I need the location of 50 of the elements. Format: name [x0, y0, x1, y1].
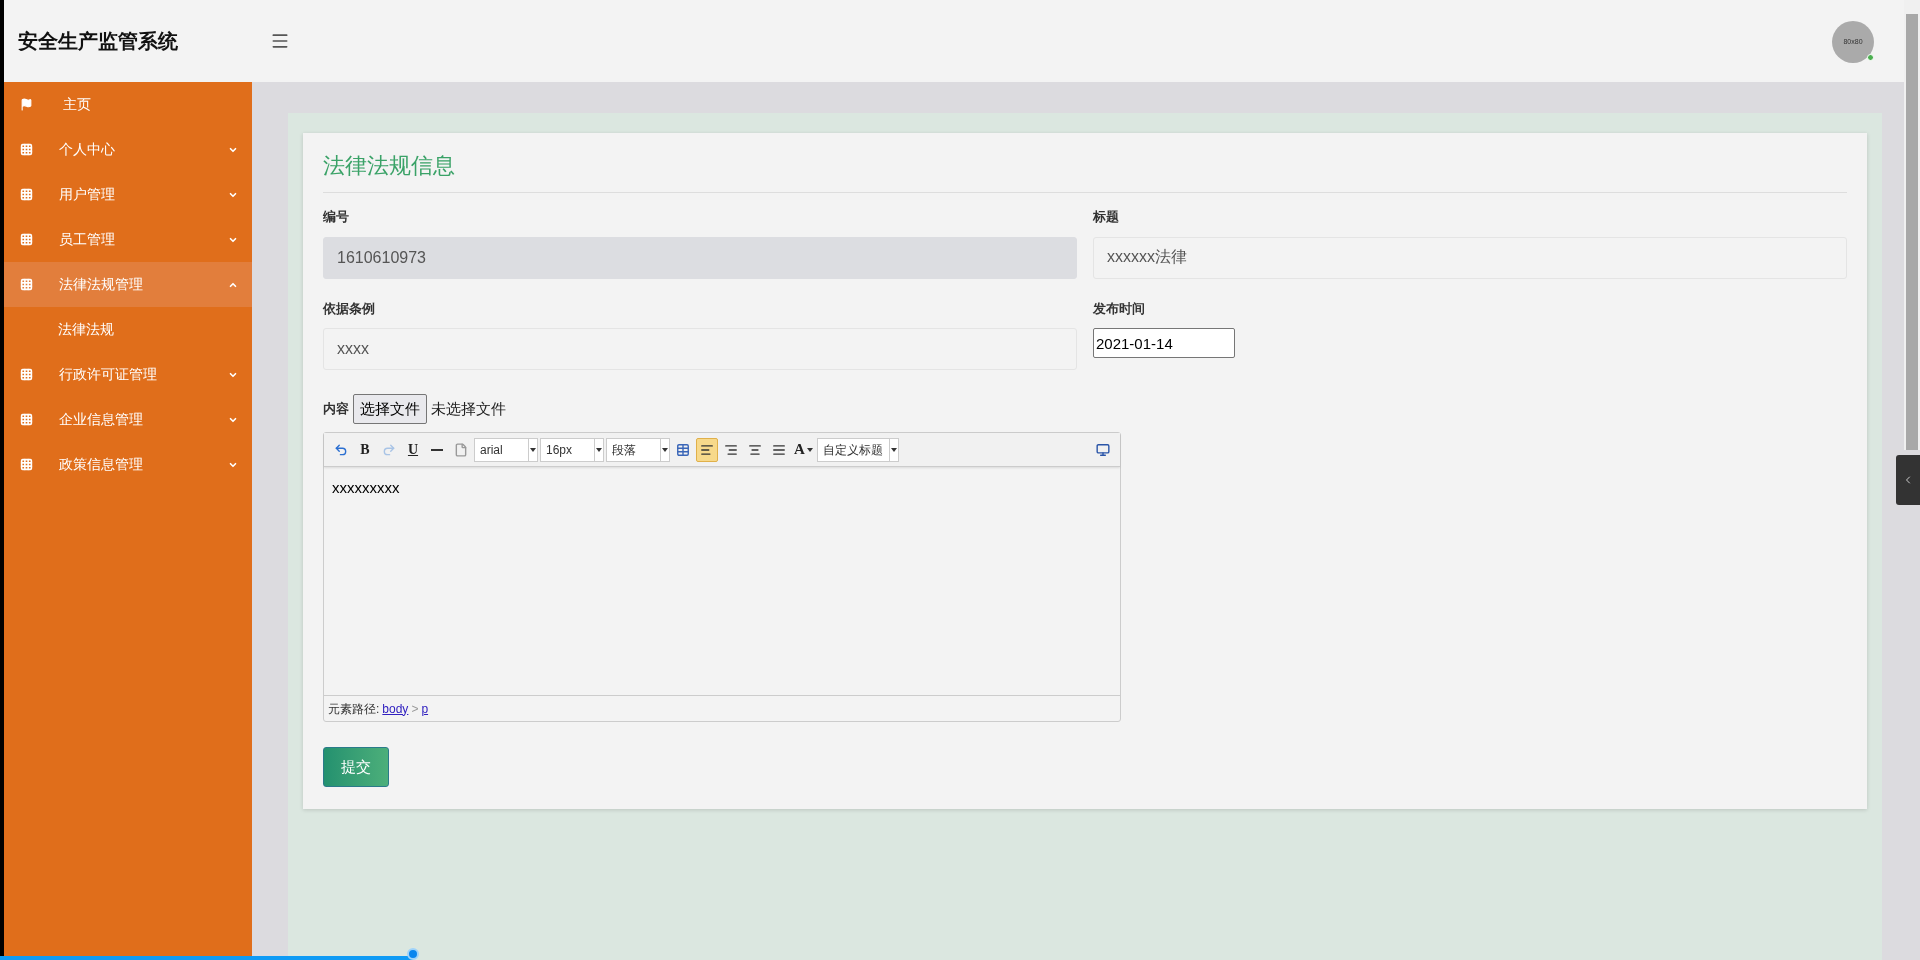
text-field[interactable]: xxxx [323, 328, 1077, 370]
grid-icon [20, 233, 33, 246]
menu-icon[interactable] [270, 31, 290, 51]
path-separator: > [411, 700, 419, 718]
toolbar-select[interactable]: 自定义标题 [816, 437, 899, 462]
undo-icon [334, 442, 348, 457]
grid-icon [20, 278, 33, 291]
scrollbar-thumb[interactable] [1906, 14, 1918, 450]
path-label: 元素路径: [328, 700, 380, 718]
redo-icon [382, 442, 396, 457]
path-link[interactable]: body [382, 699, 409, 718]
editor-body[interactable]: xxxxxxxxx [324, 467, 1120, 695]
app-title: 安全生产监管系统 [18, 29, 179, 54]
grid-icon [20, 413, 33, 426]
table-icon [676, 442, 690, 457]
field-label: 标题 [1093, 208, 1120, 226]
caret-icon [662, 447, 668, 452]
form-title: 法律法规信息 [323, 149, 1847, 193]
grid-icon [20, 188, 33, 201]
grid-icon [20, 143, 33, 156]
font-color-button[interactable]: A [792, 437, 815, 462]
monitor-icon [1096, 442, 1110, 457]
flag-icon [20, 98, 33, 111]
caret-icon [530, 447, 536, 452]
grid-icon [20, 368, 33, 381]
caret-icon [596, 447, 602, 452]
path-link[interactable]: p [421, 699, 429, 718]
toolbar-select[interactable]: 16px [540, 437, 604, 462]
toolbar-select[interactable]: 段落 [606, 437, 670, 462]
toolbar-button[interactable] [696, 437, 718, 462]
page-icon [454, 442, 468, 457]
align-center-icon [748, 442, 762, 457]
caret-icon [890, 447, 897, 452]
field-label: 发布时间 [1093, 299, 1146, 318]
align-left-icon [700, 442, 714, 457]
toolbar-button[interactable]: U [402, 437, 424, 462]
caret-icon [806, 447, 813, 452]
text-field[interactable]: xxxxxx法律 [1093, 236, 1847, 279]
grid-icon [20, 458, 33, 471]
field-label: 依据条例 [323, 299, 376, 318]
choose-file-button[interactable]: 选择文件 [353, 394, 427, 424]
horizontal-rule-icon [431, 448, 443, 451]
justify-icon [772, 442, 786, 457]
align-right-icon [724, 442, 738, 457]
field-label: 编号 [323, 208, 350, 226]
field-label: 内容 [323, 400, 349, 419]
toolbar-button[interactable]: B [354, 437, 376, 462]
date-field[interactable]: 2021-01-14 [1093, 328, 1235, 358]
file-status: 未选择文件 [431, 398, 506, 419]
toolbar-select[interactable]: arial [474, 437, 538, 462]
